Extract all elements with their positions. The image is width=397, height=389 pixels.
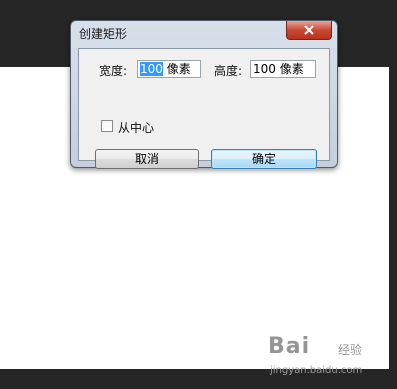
width-field[interactable]: 100 像素	[137, 60, 201, 78]
close-icon	[304, 25, 314, 35]
from-center-checkbox[interactable]	[101, 120, 113, 132]
ok-button[interactable]: 确定	[211, 149, 317, 169]
height-field[interactable]: 100 像素	[250, 60, 316, 78]
watermark-logo: Bai	[268, 334, 311, 359]
dialog-body: 宽度: 100 像素 高度: 100 像素 从中心 取消 确定	[78, 48, 330, 169]
width-value-selected: 100	[140, 62, 163, 76]
width-value-unit: 像素	[162, 62, 191, 76]
watermark: Bai 经验 jingyan.baidu.com	[268, 334, 390, 384]
dialog-titlebar[interactable]: 创建矩形	[71, 21, 337, 43]
from-center-label: 从中心	[118, 121, 155, 135]
watermark-url: jingyan.baidu.com	[270, 365, 363, 376]
dialog-title: 创建矩形	[79, 27, 128, 41]
cancel-button[interactable]: 取消	[95, 149, 199, 169]
watermark-logo-suffix: 经验	[338, 343, 363, 357]
width-label: 宽度:	[99, 64, 128, 78]
create-rectangle-dialog: 创建矩形 宽度: 100 像素 高度: 100 像素 从中心 取消 确定	[70, 20, 338, 169]
height-label: 高度:	[214, 64, 243, 78]
close-button[interactable]	[286, 21, 332, 40]
